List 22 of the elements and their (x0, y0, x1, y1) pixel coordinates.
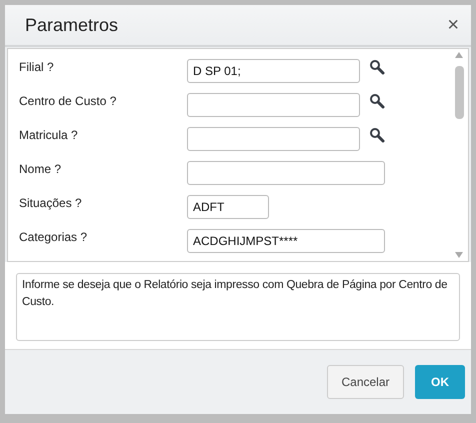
help-text: Informe se deseja que o Relatório seja impresso com Quebra de Página por Centro de Custo. (22, 278, 448, 310)
cancel-button[interactable]: Cancelar (327, 365, 404, 399)
search-icon[interactable] (369, 93, 385, 109)
field-label: Centro de Custo ? (19, 93, 118, 110)
search-icon[interactable] (369, 59, 385, 75)
search-icon[interactable] (369, 127, 385, 143)
input-field[interactable]: ADFT (187, 195, 269, 219)
input-field[interactable]: ACDGHIJMPST**** (187, 229, 385, 253)
field-label: Filial ? (19, 59, 55, 76)
field-label: Situações ? (19, 195, 83, 212)
field-label: Nome ? (19, 161, 62, 178)
input-field[interactable] (187, 161, 385, 185)
input-field[interactable] (187, 93, 360, 117)
scroll-up-icon[interactable] (455, 52, 463, 58)
field-label: Matricula ? (19, 127, 79, 144)
input-field[interactable] (187, 127, 360, 151)
input-field[interactable]: D SP 01; (187, 59, 360, 83)
scroll-down-icon[interactable] (455, 252, 463, 258)
scrollbar-thumb[interactable] (454, 66, 464, 119)
close-button[interactable]: × (447, 15, 459, 35)
dialog-title: Parametros (25, 14, 118, 36)
field-label: Categorias ? (19, 229, 88, 246)
